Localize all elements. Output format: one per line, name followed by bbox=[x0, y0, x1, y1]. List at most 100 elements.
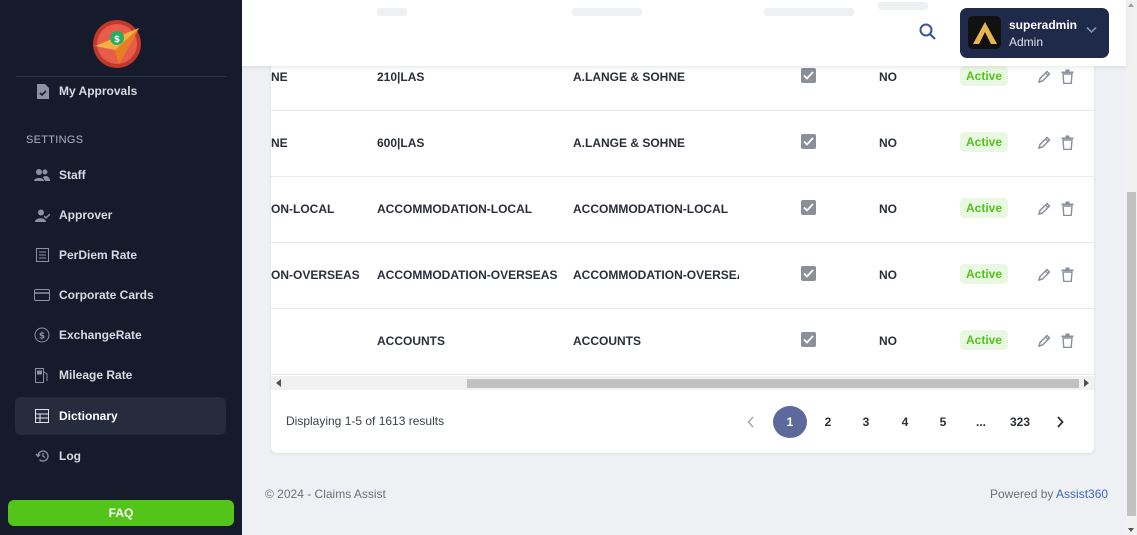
sidebar-item-label: Staff bbox=[59, 168, 86, 182]
delete-button[interactable] bbox=[1061, 135, 1075, 151]
sidebar-item-dictionary[interactable]: Dictionary bbox=[15, 397, 226, 435]
pencil-icon bbox=[1037, 334, 1051, 348]
pencil-icon bbox=[1037, 136, 1051, 150]
row-checkbox[interactable] bbox=[801, 200, 816, 215]
cell-name: ACCOUNTS bbox=[377, 334, 445, 348]
chevron-left-icon bbox=[747, 416, 754, 428]
scroll-up-arrow-icon[interactable] bbox=[1128, 3, 1134, 7]
cell-flag: NO bbox=[879, 202, 897, 216]
sidebar-item-my-approvals[interactable]: My Approvals bbox=[15, 72, 226, 110]
page-button[interactable]: 2 bbox=[811, 406, 845, 438]
trash-icon bbox=[1061, 333, 1074, 349]
results-summary: Displaying 1-5 of 1613 results bbox=[286, 414, 445, 428]
page-button[interactable]: 1 bbox=[773, 406, 807, 438]
cell-description: ACCOMMODATION-LOCAL bbox=[573, 202, 729, 216]
assist360-link[interactable]: Assist360 bbox=[1056, 487, 1108, 501]
dictionary-table-card: NE 210|LAS A.LANGE & SOHNE NO Active NE 600|LA… bbox=[271, 40, 1094, 453]
pencil-icon bbox=[1037, 70, 1051, 84]
cell-description: ACCOUNTS bbox=[573, 334, 641, 348]
horizontal-scrollbar[interactable] bbox=[271, 376, 1094, 390]
trash-icon bbox=[1061, 135, 1074, 151]
sidebar-item-approver[interactable]: Approver bbox=[15, 196, 226, 234]
svg-text:$: $ bbox=[114, 35, 120, 45]
checkmark-icon bbox=[803, 71, 814, 80]
checkmark-icon bbox=[803, 335, 814, 344]
pencil-icon bbox=[1037, 202, 1051, 216]
table-row: ON-OVERSEAS ACCOMMODATION-OVERSEAS ACCOMMO… bbox=[271, 242, 1094, 309]
fuel-icon bbox=[34, 367, 50, 383]
trash-icon bbox=[1061, 69, 1074, 85]
status-badge: Active bbox=[960, 330, 1009, 350]
status-badge: Active bbox=[960, 66, 1009, 86]
approval-doc-icon bbox=[34, 83, 50, 99]
prev-page-button[interactable] bbox=[734, 406, 768, 438]
footer-powered-by: Powered by Assist360 bbox=[990, 487, 1108, 501]
trash-icon bbox=[1061, 267, 1074, 283]
sidebar-item-perdiem-rate[interactable]: PerDiem Rate bbox=[15, 236, 226, 274]
edit-button[interactable] bbox=[1037, 136, 1051, 150]
avatar bbox=[968, 16, 1001, 49]
sidebar-item-label: Mileage Rate bbox=[59, 368, 133, 382]
cell-code bbox=[271, 308, 363, 374]
table-row: ON-LOCAL ACCOMMODATION-LOCAL ACCOMMODATION… bbox=[271, 176, 1094, 243]
row-checkbox[interactable] bbox=[801, 68, 816, 83]
row-checkbox[interactable] bbox=[801, 134, 816, 149]
page-button[interactable]: 5 bbox=[926, 406, 960, 438]
row-checkbox[interactable] bbox=[801, 266, 816, 281]
sidebar-item-label: PerDiem Rate bbox=[59, 248, 138, 262]
delete-button[interactable] bbox=[1061, 267, 1075, 283]
search-icon bbox=[919, 23, 936, 40]
horizontal-scroll-thumb[interactable] bbox=[467, 379, 1079, 388]
edit-button[interactable] bbox=[1037, 70, 1051, 84]
scroll-down-arrow-icon[interactable] bbox=[1128, 528, 1134, 532]
pencil-icon bbox=[1037, 268, 1051, 282]
cell-name: ACCOMMODATION-OVERSEAS bbox=[377, 268, 558, 282]
cell-code: NE bbox=[271, 136, 288, 150]
cell-name: 600|LAS bbox=[377, 136, 425, 150]
scroll-left-arrow-icon[interactable] bbox=[276, 379, 281, 387]
sidebar-item-log[interactable]: Log bbox=[15, 437, 226, 475]
checkmark-icon bbox=[803, 269, 814, 278]
user-name: superadmin bbox=[1009, 18, 1078, 32]
header-placeholder bbox=[572, 8, 642, 16]
user-check-icon bbox=[34, 207, 50, 223]
faq-button[interactable]: FAQ bbox=[8, 500, 234, 526]
sidebar-item-mileage-rate[interactable]: Mileage Rate bbox=[15, 356, 226, 394]
delete-button[interactable] bbox=[1061, 69, 1075, 85]
sidebar-item-staff[interactable]: Staff bbox=[15, 156, 226, 194]
next-page-button[interactable] bbox=[1043, 406, 1077, 438]
people-icon bbox=[34, 167, 50, 183]
list-icon bbox=[34, 247, 50, 263]
chevron-right-icon bbox=[1057, 416, 1064, 428]
sidebar-item-corporate-cards[interactable]: Corporate Cards bbox=[15, 276, 226, 314]
vertical-scroll-thumb[interactable] bbox=[1127, 192, 1136, 516]
app-logo: $ bbox=[93, 20, 141, 68]
sidebar-item-exchange-rate[interactable]: $ ExchangeRate bbox=[15, 316, 226, 354]
page-button[interactable]: 323 bbox=[1003, 406, 1037, 438]
delete-button[interactable] bbox=[1061, 201, 1075, 217]
header-placeholder bbox=[377, 8, 407, 16]
checkmark-icon bbox=[803, 203, 814, 212]
user-menu[interactable]: superadmin Admin bbox=[960, 8, 1109, 58]
row-checkbox[interactable] bbox=[801, 332, 816, 347]
page-button[interactable]: 4 bbox=[888, 406, 922, 438]
trash-icon bbox=[1061, 201, 1074, 217]
edit-button[interactable] bbox=[1037, 268, 1051, 282]
search-button[interactable] bbox=[918, 22, 940, 44]
page-button[interactable]: 3 bbox=[849, 406, 883, 438]
sidebar-item-label: Log bbox=[59, 449, 81, 463]
delete-button[interactable] bbox=[1061, 333, 1075, 349]
chevron-down-icon bbox=[1086, 26, 1097, 34]
edit-button[interactable] bbox=[1037, 202, 1051, 216]
cell-code: ON-OVERSEAS bbox=[271, 268, 360, 282]
header-placeholder bbox=[764, 8, 854, 16]
exchange-icon: $ bbox=[34, 327, 50, 343]
scroll-right-arrow-icon[interactable] bbox=[1084, 379, 1089, 387]
edit-button[interactable] bbox=[1037, 334, 1051, 348]
powered-by-label: Powered by bbox=[990, 487, 1057, 501]
pagination-ellipsis: ... bbox=[975, 415, 986, 429]
status-badge: Active bbox=[960, 132, 1009, 152]
cell-description: ACCOMMODATION-OVERSEAS bbox=[573, 268, 739, 282]
sidebar-item-label: Dictionary bbox=[59, 409, 118, 423]
vertical-scrollbar[interactable] bbox=[1126, 0, 1137, 535]
